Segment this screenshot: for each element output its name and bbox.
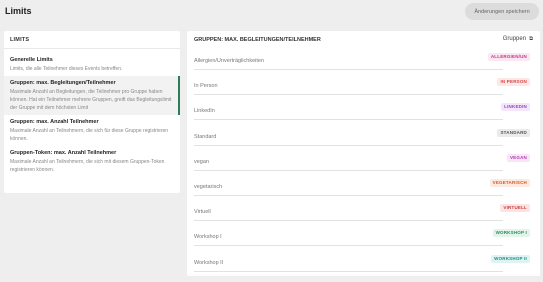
limits-nav-item-title: Gruppen: max. Anzahl Teilnehmer xyxy=(10,119,99,125)
group-limit-input[interactable]: In Person xyxy=(194,83,218,89)
group-limit-row: vegan VEGAN xyxy=(194,153,533,171)
group-badge: VEGAN xyxy=(506,153,530,162)
groups-link[interactable]: Gruppen ⧉ xyxy=(503,36,533,43)
group-badge: WORKSHOP I xyxy=(492,229,530,238)
group-limit-row: vegetarisch VEGETARISCH xyxy=(194,179,533,196)
input-underline xyxy=(194,270,503,272)
group-limits-title: GRUPPEN: MAX. BEGLEITUNGEN/TEILNEHMER xyxy=(194,37,321,43)
input-underline xyxy=(194,195,503,196)
group-limit-input[interactable]: Allergien/Unverträglichkeiten xyxy=(194,58,264,64)
limits-nav-item-title: Gruppen: max. Begleitungen/Teilnehmer xyxy=(10,80,116,86)
input-underline xyxy=(194,169,503,171)
group-badge: VIRTUELL xyxy=(500,204,530,213)
limits-nav-item[interactable]: Generelle Limits Limits, die alle Teilneh… xyxy=(4,53,180,76)
limits-nav-panel: LIMITS Generelle Limits Limits, die alle … xyxy=(4,31,180,193)
group-badge: LINKEDIN xyxy=(501,103,530,112)
group-badge: WORKSHOP II xyxy=(491,254,530,263)
limits-nav-item[interactable]: Gruppen-Token: max. Anzahl Teilnehmer Max… xyxy=(4,146,180,177)
group-badge: VEGETARISCH xyxy=(489,179,530,187)
group-limits-header: GRUPPEN: MAX. BEGLEITUNGEN/TEILNEHMER Gr… xyxy=(187,31,540,49)
limits-nav-item-title: Generelle Limits xyxy=(10,57,53,63)
group-limit-row: Workshop II WORKSHOP II xyxy=(194,254,533,272)
external-link-icon: ⧉ xyxy=(529,36,533,42)
group-limit-row: Workshop I WORKSHOP I xyxy=(194,229,533,247)
group-limit-input[interactable]: vegan xyxy=(194,159,209,165)
input-underline xyxy=(194,119,503,121)
group-badge: STANDARD xyxy=(497,128,530,137)
save-changes-button[interactable]: Änderungen speichern xyxy=(465,3,539,20)
group-badge: IN PERSON xyxy=(497,78,530,87)
input-underline xyxy=(194,245,503,247)
limits-nav-item-description: Maximale Anzahl an Teilnehmern, die sich… xyxy=(10,128,169,142)
group-limit-input[interactable]: Standard xyxy=(194,134,216,140)
page-title: Limits xyxy=(5,6,32,16)
input-underline xyxy=(194,69,503,70)
limits-nav-list: Generelle Limits Limits, die alle Teilneh… xyxy=(4,49,180,177)
input-underline xyxy=(194,144,503,146)
input-underline xyxy=(194,94,503,96)
limits-nav-item-description: Maximale Anzahl an Teilnehmern, die sich… xyxy=(10,159,165,173)
group-limit-input[interactable]: Workshop II xyxy=(194,260,223,266)
group-limit-input[interactable]: LinkedIn xyxy=(194,108,215,114)
group-limits-panel: GRUPPEN: MAX. BEGLEITUNGEN/TEILNEHMER Gr… xyxy=(187,31,540,276)
limits-nav-item-description: Maximale Anzahl an Begleitungen, die Tei… xyxy=(10,89,172,111)
limits-nav-item-description: Limits, die alle Teilnehmer dieses Event… xyxy=(10,66,123,72)
group-limit-input[interactable]: Virtuell xyxy=(194,209,211,215)
limits-nav-item[interactable]: Gruppen: max. Begleitungen/Teilnehmer Max… xyxy=(4,76,180,115)
group-badge: ALLERGIEN/UN xyxy=(487,53,530,61)
input-underline xyxy=(194,220,503,222)
group-limit-row: In Person IN PERSON xyxy=(194,78,533,96)
group-limit-row: Virtuell VIRTUELL xyxy=(194,204,533,222)
limits-nav-item-title: Gruppen-Token: max. Anzahl Teilnehmer xyxy=(10,150,117,156)
group-limit-input[interactable]: vegetarisch xyxy=(194,184,222,190)
group-limit-input[interactable]: Workshop I xyxy=(194,234,222,240)
group-limit-row: Standard STANDARD xyxy=(194,128,533,146)
limits-nav-title: LIMITS xyxy=(4,31,180,49)
groups-link-label: Gruppen xyxy=(502,36,527,42)
limits-nav-item[interactable]: Gruppen: max. Anzahl Teilnehmer Maximale … xyxy=(4,115,180,146)
group-limit-row: Allergien/Unverträglichkeiten ALLERGIEN/U… xyxy=(194,53,533,70)
group-limit-row: LinkedIn LINKEDIN xyxy=(194,103,533,121)
